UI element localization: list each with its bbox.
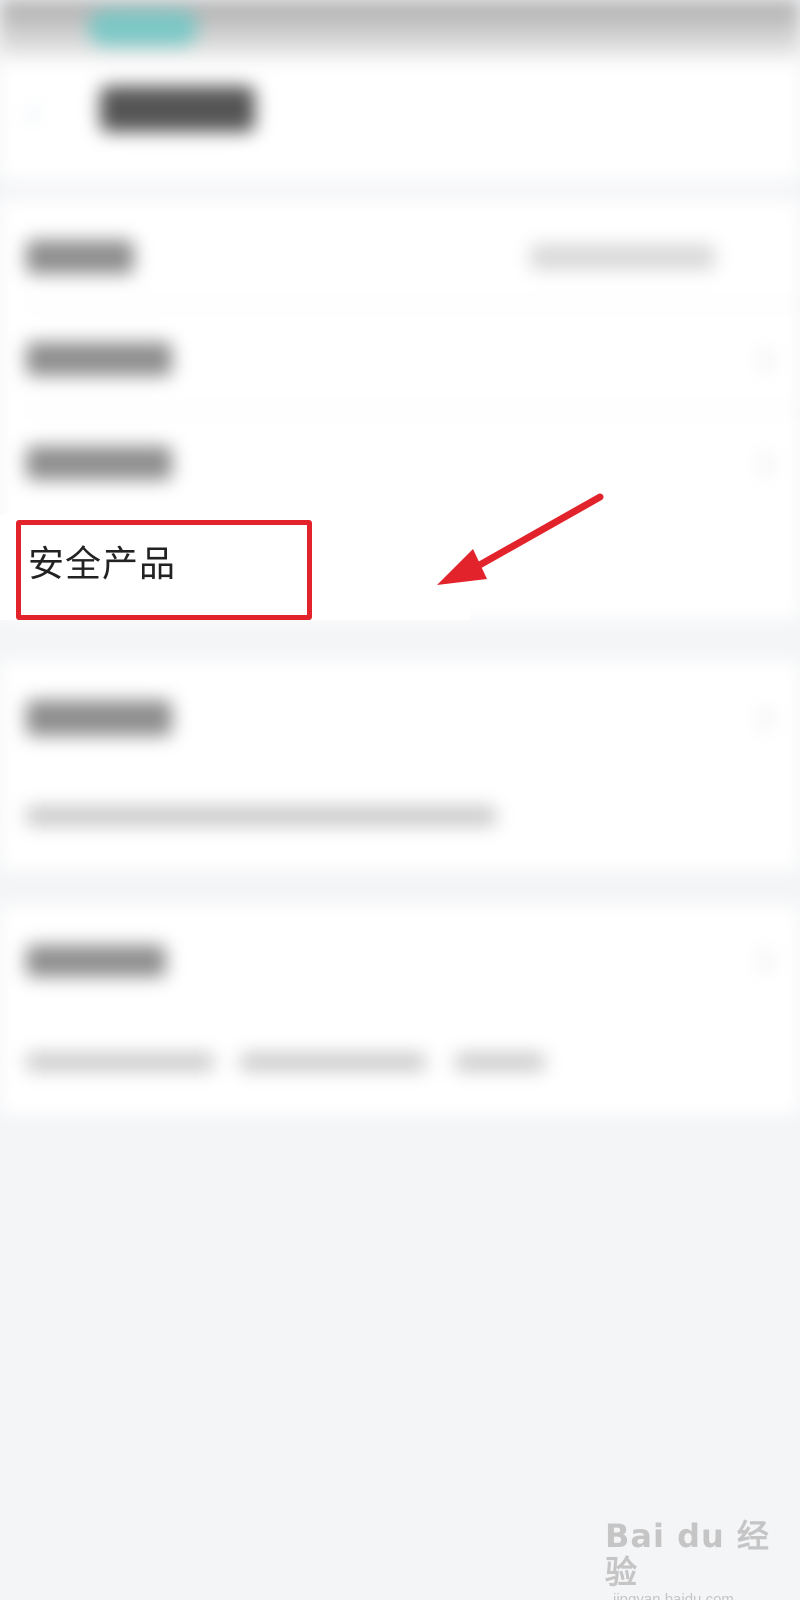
- pointer-arrow-icon: [437, 493, 604, 585]
- highlight-box: [16, 520, 312, 620]
- settings-description: [0, 766, 800, 870]
- settings-row[interactable]: [0, 412, 800, 516]
- chevron-right-icon: [749, 949, 774, 974]
- chevron-right-icon: [749, 452, 774, 477]
- row-value-blurred: [530, 244, 715, 270]
- watermark-logo: Bai du 经验: [605, 1517, 770, 1591]
- settings-group-2: [0, 660, 800, 870]
- row-label-blurred: [26, 446, 172, 480]
- link-row: [0, 1011, 800, 1115]
- chevron-right-icon: [749, 348, 774, 373]
- chevron-right-icon: [749, 706, 774, 731]
- back-arrow-icon[interactable]: ‹: [24, 88, 72, 136]
- link-blurred[interactable]: [240, 1053, 426, 1071]
- screen: ‹ 安全产品 Bai du 经验 jingyan.baidu.com: [0, 0, 800, 1600]
- settings-row[interactable]: [0, 200, 800, 304]
- settings-group-3: [0, 905, 800, 1115]
- link-blurred[interactable]: [26, 1053, 214, 1071]
- settings-row[interactable]: [0, 905, 800, 1009]
- row-label-blurred: [26, 342, 172, 376]
- top-app-bar: ‹: [0, 60, 800, 180]
- page-title-blurred: [100, 86, 255, 132]
- row-label-blurred: [26, 700, 172, 736]
- watermark: Bai du 经验 jingyan.baidu.com: [605, 1517, 790, 1600]
- row-label-blurred: [26, 945, 166, 977]
- row-label-blurred: [26, 240, 134, 274]
- blurred-background: ‹: [0, 0, 800, 1600]
- link-blurred[interactable]: [455, 1053, 545, 1071]
- settings-row[interactable]: [0, 306, 800, 410]
- watermark-url: jingyan.baidu.com: [613, 1591, 734, 1600]
- status-bar: [0, 0, 800, 60]
- status-bar-indicator: [88, 10, 198, 46]
- description-text-blurred: [26, 806, 496, 826]
- settings-row[interactable]: [0, 660, 800, 764]
